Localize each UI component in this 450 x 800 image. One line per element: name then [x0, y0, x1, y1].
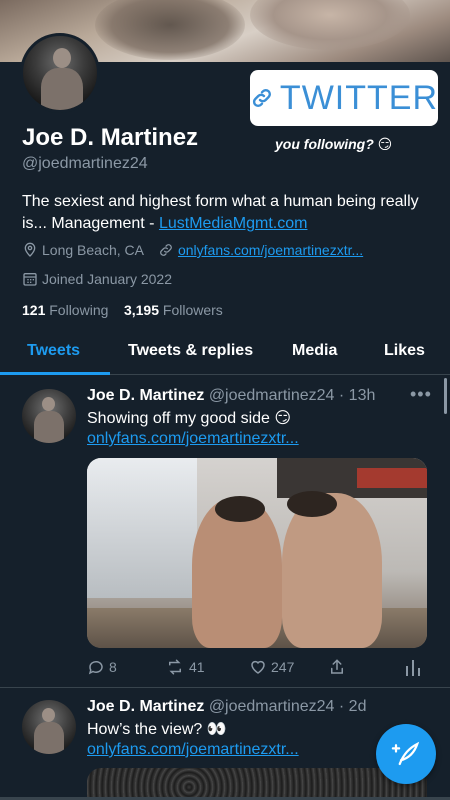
- sticker-caption: you following? 😏: [275, 136, 393, 152]
- retweet-icon: [169, 659, 181, 675]
- tab-tweets[interactable]: Tweets: [27, 342, 80, 360]
- profile-website[interactable]: onlyfans.com/joemartinezxtr...: [178, 242, 363, 258]
- tweet-author-name[interactable]: Joe D. Martinez: [87, 698, 204, 715]
- analytics-button[interactable]: [405, 658, 421, 676]
- twitter-link-sticker[interactable]: TWITTER: [250, 70, 438, 126]
- avatar-figure: [34, 411, 64, 443]
- banner-shape: [95, 0, 245, 60]
- heart-icon: [251, 660, 265, 674]
- tweet-avatar[interactable]: [22, 700, 76, 754]
- banner-shape: [250, 0, 410, 50]
- following-link[interactable]: 121 Following: [22, 302, 108, 318]
- avatar-figure: [34, 722, 64, 754]
- compose-tweet-button[interactable]: [376, 724, 436, 784]
- share-icon: [331, 659, 343, 674]
- profile-bio: The sexiest and highest form what a huma…: [22, 191, 422, 235]
- follow-stats: 121 Following 3,195 Followers: [22, 302, 223, 318]
- reply-count: 8: [109, 659, 117, 675]
- location-pin-icon: [24, 242, 36, 257]
- more-dots-icon[interactable]: •••: [410, 384, 432, 405]
- scrollbar[interactable]: [444, 378, 447, 414]
- profile-joined: Joined January 2022: [42, 271, 172, 287]
- tab-likes[interactable]: Likes: [384, 342, 425, 360]
- retweet-button[interactable]: 41: [165, 658, 205, 676]
- calendar-icon: [23, 273, 37, 286]
- reply-button[interactable]: 8: [87, 658, 117, 676]
- image-person-hair: [287, 491, 337, 517]
- avatar-figure: [42, 708, 55, 722]
- link-icon: [160, 244, 172, 256]
- active-tab-indicator: [0, 372, 110, 375]
- bio-link[interactable]: LustMediaMgmt.com: [159, 215, 308, 232]
- like-count: 247: [271, 659, 295, 675]
- avatar-figure: [41, 68, 83, 110]
- tweet-header: Joe D. Martinez @joedmartinez24 · 13h: [87, 387, 375, 405]
- image-books: [357, 468, 427, 488]
- sticker-label: TWITTER: [279, 78, 438, 117]
- tweet-text: Showing off my good side 😏: [87, 410, 292, 427]
- tweet-link[interactable]: onlyfans.com/joemartinezxtr...: [87, 430, 299, 448]
- profile-name: Joe D. Martinez: [22, 124, 199, 151]
- image-person: [282, 493, 382, 648]
- profile-handle: @joedmartinez24: [22, 155, 148, 172]
- tweet-media-image[interactable]: [87, 768, 427, 800]
- avatar-figure: [42, 397, 55, 411]
- analytics-icon: [406, 660, 420, 676]
- image-person-hair: [215, 496, 265, 522]
- tweet-divider: [0, 687, 450, 688]
- reply-icon: [88, 660, 103, 675]
- tab-media[interactable]: Media: [292, 342, 337, 360]
- image-window: [87, 458, 197, 598]
- profile-joined-row: Joined January 2022: [22, 271, 172, 287]
- tweet-actions: 8 41 247: [87, 658, 427, 678]
- tweet-media-image[interactable]: [87, 458, 427, 648]
- profile-location: Long Beach, CA: [42, 242, 144, 258]
- compose-icon: [391, 741, 420, 766]
- followers-link[interactable]: 3,195 Followers: [124, 302, 223, 318]
- tweet-handle-time: @joedmartinez24 · 13h: [208, 387, 376, 404]
- tweet-author-name[interactable]: Joe D. Martinez: [87, 387, 204, 404]
- tweet-handle-time: @joedmartinez24 · 2d: [208, 698, 367, 715]
- link-icon: [252, 88, 271, 108]
- tweet-link[interactable]: onlyfans.com/joemartinezxtr...: [87, 741, 299, 759]
- share-button[interactable]: [328, 658, 346, 676]
- like-button[interactable]: 247: [249, 658, 294, 676]
- profile-meta-row: Long Beach, CA onlyfans.com/joemartinezx…: [22, 242, 363, 258]
- profile-avatar[interactable]: [20, 33, 100, 113]
- tweet-avatar[interactable]: [22, 389, 76, 443]
- tweet-text: How’s the view? 👀: [87, 721, 227, 738]
- tweet-header: Joe D. Martinez @joedmartinez24 · 2d: [87, 698, 366, 716]
- profile-tabs: Tweets Tweets & replies Media Likes: [0, 330, 450, 375]
- avatar-figure: [53, 48, 71, 68]
- retweet-count: 41: [189, 659, 205, 675]
- tab-tweets-replies[interactable]: Tweets & replies: [128, 342, 253, 360]
